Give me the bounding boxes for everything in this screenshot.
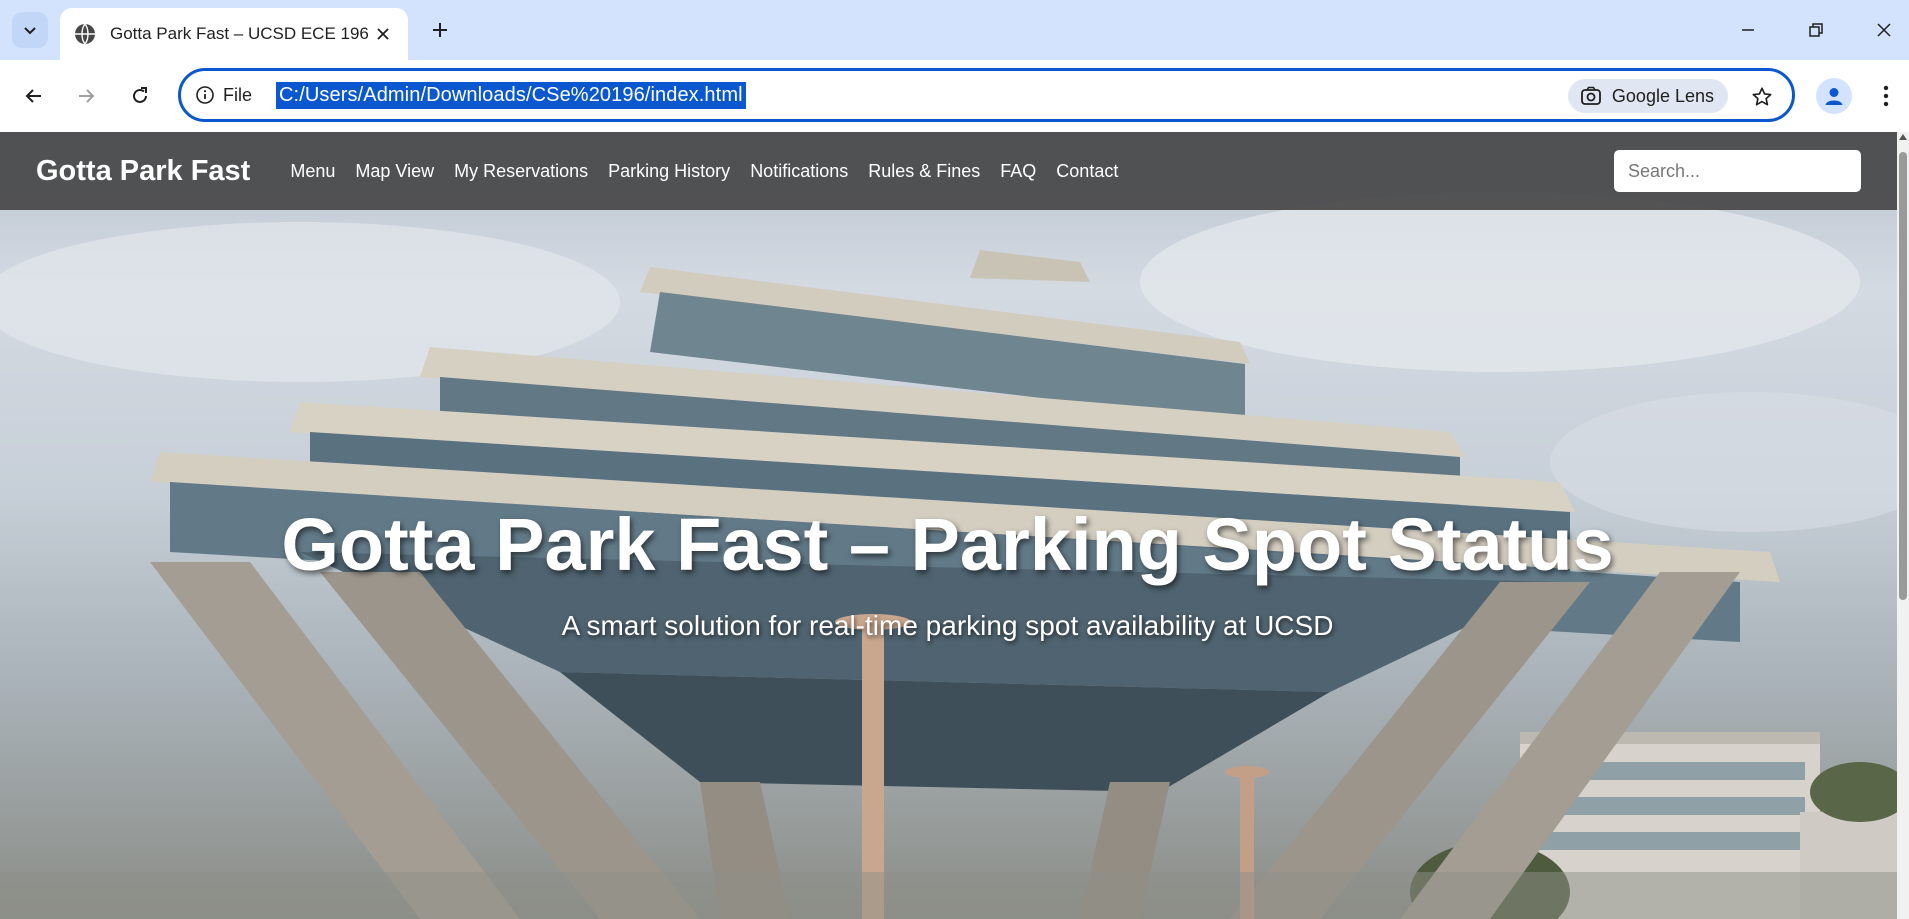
reload-button[interactable]	[120, 76, 160, 116]
site-brand[interactable]: Gotta Park Fast	[36, 155, 250, 188]
hero-title: Gotta Park Fast – Parking Spot Status	[281, 503, 1614, 586]
browser-toolbar: File C:/Users/Admin/Downloads/CSe%20196/…	[0, 60, 1909, 132]
site-info-button[interactable]: File	[195, 85, 252, 106]
lens-icon	[1581, 86, 1601, 105]
close-window-button[interactable]	[1862, 10, 1906, 50]
bookmark-button[interactable]	[1744, 79, 1780, 115]
reload-icon	[133, 87, 147, 103]
site-search-input[interactable]	[1614, 150, 1861, 192]
chevron-down-icon	[24, 27, 36, 35]
tab-close-button[interactable]	[370, 21, 396, 47]
nav-link-faq[interactable]: FAQ	[1000, 161, 1036, 182]
hero-subtitle: A smart solution for real-time parking s…	[561, 610, 1334, 641]
back-arrow-icon	[25, 89, 41, 103]
scroll-up-arrow-icon[interactable]	[1899, 134, 1907, 140]
hero-section: Gotta Park Fast Menu Map View My Reserva…	[0, 132, 1909, 919]
nav-link-notifications[interactable]: Notifications	[750, 161, 848, 182]
nav-link-menu[interactable]: Menu	[290, 161, 335, 182]
forward-arrow-icon	[79, 89, 95, 103]
globe-icon	[75, 23, 95, 45]
star-icon	[1752, 87, 1772, 106]
restore-button[interactable]	[1794, 10, 1838, 50]
tab-strip: Gotta Park Fast – UCSD ECE 196	[0, 0, 1909, 60]
plus-icon	[433, 23, 447, 37]
back-button[interactable]	[14, 76, 54, 116]
nav-link-map-view[interactable]: Map View	[355, 161, 434, 182]
tab-title: Gotta Park Fast – UCSD ECE 196	[110, 24, 369, 43]
browser-tab[interactable]: Gotta Park Fast – UCSD ECE 196	[60, 8, 408, 60]
google-lens-button[interactable]: Google Lens	[1567, 79, 1728, 113]
forward-button[interactable]	[66, 76, 106, 116]
nav-link-my-reservations[interactable]: My Reservations	[454, 161, 588, 182]
new-tab-button[interactable]	[424, 14, 456, 46]
kebab-menu-icon	[1883, 85, 1889, 107]
tab-search-button[interactable]	[12, 12, 48, 48]
page-viewport: Gotta Park Fast Menu Map View My Reserva…	[0, 132, 1909, 919]
minimize-button[interactable]	[1726, 10, 1770, 50]
minimize-icon	[1742, 29, 1754, 31]
scrollbar-thumb[interactable]	[1899, 152, 1907, 600]
address-scheme-label: File	[223, 84, 253, 105]
info-icon	[196, 86, 214, 104]
profile-icon	[1825, 88, 1843, 105]
google-lens-label: Google Lens	[1611, 85, 1714, 106]
url-text[interactable]: C:/Users/Admin/Downloads/CSe%20196/index…	[276, 81, 746, 109]
site-navbar: Gotta Park Fast Menu Map View My Reserva…	[0, 132, 1901, 210]
nav-link-contact[interactable]: Contact	[1056, 161, 1118, 182]
nav-link-parking-history[interactable]: Parking History	[608, 161, 730, 182]
browser-menu-button[interactable]	[1872, 78, 1900, 114]
nav-link-rules-fines[interactable]: Rules & Fines	[868, 161, 980, 182]
page-scrollbar[interactable]	[1897, 132, 1909, 919]
close-icon	[377, 28, 389, 40]
profile-button[interactable]	[1816, 78, 1852, 114]
restore-icon	[1809, 23, 1823, 37]
site-nav-links: Menu Map View My Reservations Parking Hi…	[290, 161, 1138, 182]
address-bar[interactable]: File C:/Users/Admin/Downloads/CSe%20196/…	[178, 68, 1795, 122]
close-window-icon	[1877, 23, 1891, 37]
